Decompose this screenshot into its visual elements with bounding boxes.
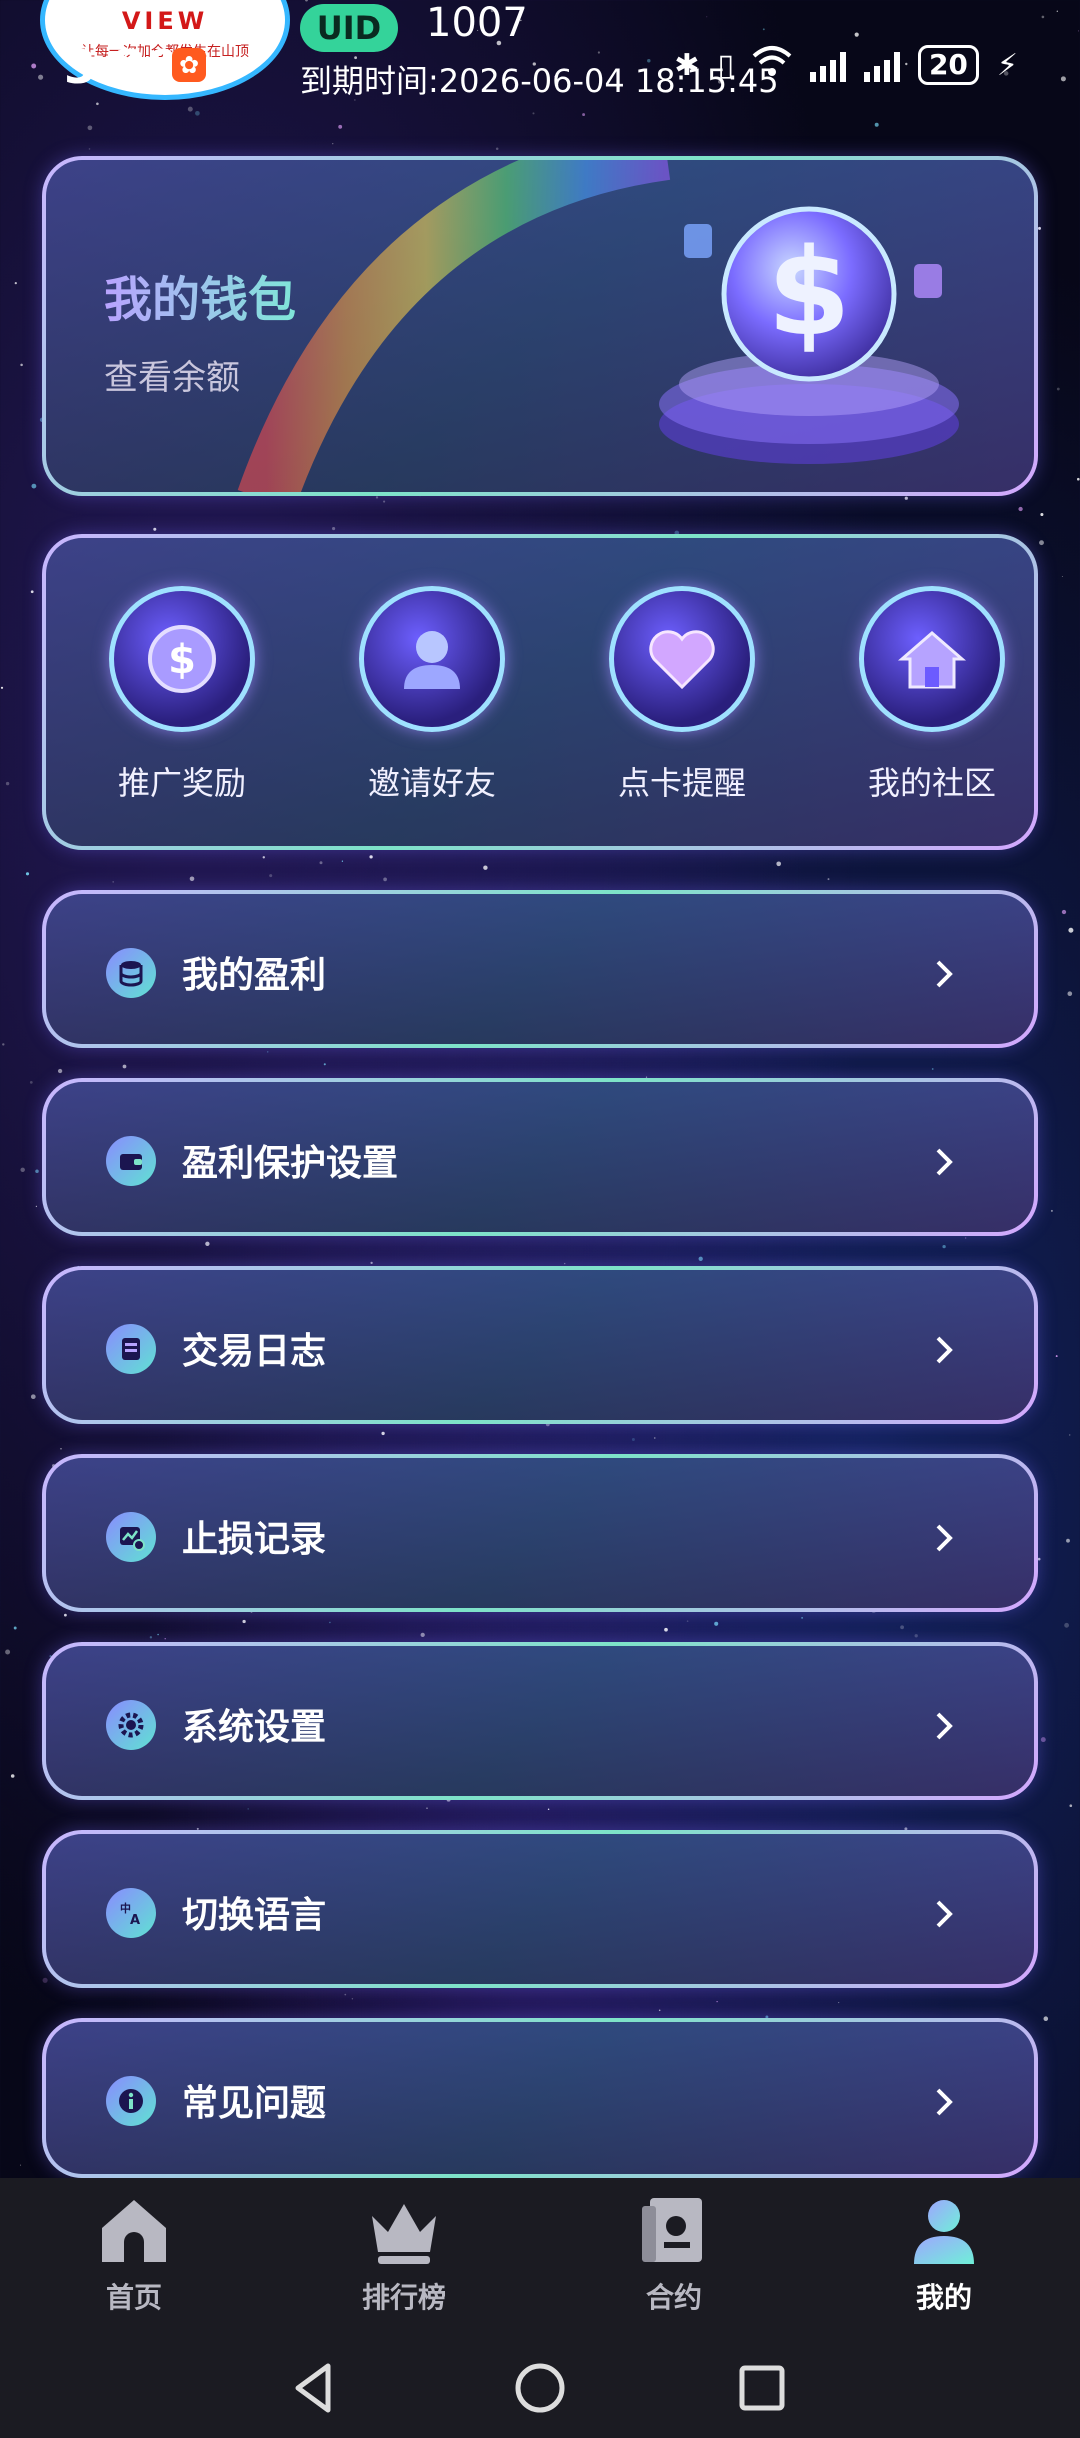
chevron-right-icon	[936, 1336, 953, 1364]
home-circle-icon[interactable]	[510, 2358, 570, 2418]
menu-label: 止损记录	[182, 1519, 327, 1560]
wallet-icon	[106, 1136, 156, 1186]
wallet-title: 我的钱包	[104, 260, 296, 330]
shortcut-label: 我的社区	[867, 764, 996, 802]
battery-indicator: 20	[917, 45, 979, 85]
chevron-right-icon	[936, 1148, 953, 1176]
nav-contract[interactable]: 合约	[574, 2192, 774, 2316]
recents-square-icon[interactable]	[732, 2358, 792, 2418]
nav-label: 首页	[105, 2281, 162, 2314]
vibrate-icon: ▯	[717, 47, 734, 83]
nav-label: 排行榜	[361, 2281, 446, 2314]
contract-icon	[642, 2198, 702, 2262]
chevron-right-icon	[936, 960, 953, 988]
menu-item-switch-language[interactable]: 中A 切换语言	[42, 1830, 1038, 1988]
nav-profile[interactable]: 我的	[844, 2192, 1044, 2316]
signal-icon-1	[809, 48, 846, 82]
dollar-coin-icon: $	[659, 206, 959, 464]
user-icon	[359, 586, 505, 732]
shortcut-label: 推广奖励	[117, 764, 246, 802]
chevron-right-icon	[936, 1712, 953, 1740]
nav-home[interactable]: 首页	[34, 2192, 234, 2316]
menu-item-faq[interactable]: 常见问题	[42, 2018, 1038, 2178]
system-navigation-bar	[0, 2338, 1080, 2438]
chevron-right-icon	[936, 1524, 953, 1552]
database-icon	[106, 948, 156, 998]
wallet-card[interactable]: 我的钱包 查看余额 $	[42, 156, 1038, 496]
heart-icon	[609, 586, 755, 732]
svg-text:$: $	[168, 637, 196, 683]
chart-record-icon	[106, 1512, 156, 1562]
charging-icon: ⚡	[996, 47, 1018, 83]
uid-label: UID	[300, 4, 398, 52]
wallet-subtitle: 查看余额	[104, 358, 240, 398]
signal-icon-2	[863, 48, 900, 82]
status-bar: VIEW 让每一次加仓都发生在山顶 3:20 ✿ UID 1007 到期时间:2…	[0, 0, 1080, 140]
menu-item-stop-loss-records[interactable]: 止损记录	[42, 1454, 1038, 1612]
gear-icon	[106, 1700, 156, 1750]
uid-value: 1007	[426, 0, 528, 46]
wifi-icon	[752, 44, 792, 86]
menu-item-profit-protection-settings[interactable]: 盈利保护设置	[42, 1078, 1038, 1236]
log-icon	[106, 1324, 156, 1374]
menu-item-trade-log[interactable]: 交易日志	[42, 1266, 1038, 1424]
nav-leaderboard[interactable]: 排行榜	[304, 2192, 504, 2316]
shortcut-invite-friends[interactable]: 邀请好友	[332, 586, 532, 804]
shortcut-promotion-reward[interactable]: $ 推广奖励	[82, 586, 282, 804]
notification-app-icon: ✿	[172, 48, 206, 82]
menu-item-my-profit[interactable]: 我的盈利	[42, 890, 1038, 1048]
bottom-navigation: 首页 排行榜 合约 我的	[0, 2178, 1080, 2338]
chevron-right-icon	[936, 2088, 953, 2116]
shortcut-label: 点卡提醒	[617, 764, 746, 802]
bluetooth-icon: ✱	[674, 47, 700, 83]
shortcut-card-reminder[interactable]: 点卡提醒	[582, 586, 782, 804]
back-icon[interactable]	[284, 2358, 344, 2418]
info-icon	[106, 2076, 156, 2126]
menu-item-system-settings[interactable]: 系统设置	[42, 1642, 1038, 1800]
translate-icon: 中A	[106, 1888, 156, 1938]
menu-label: 切换语言	[182, 1895, 327, 1936]
menu-label: 交易日志	[182, 1331, 327, 1372]
status-icons: ✱ ▯ 20 ⚡	[674, 44, 1018, 86]
view-badge-text: VIEW	[121, 7, 209, 35]
shortcut-label: 邀请好友	[367, 764, 496, 802]
home-icon	[102, 2200, 166, 2262]
chevron-right-icon	[936, 1900, 953, 1928]
menu-label: 我的盈利	[182, 955, 327, 996]
shortcut-my-community[interactable]: 我的社区	[832, 586, 1032, 804]
svg-text:$: $	[767, 224, 851, 363]
menu-label: 盈利保护设置	[182, 1143, 399, 1184]
coin-icon: $	[109, 586, 255, 732]
menu-label: 常见问题	[182, 2083, 327, 2124]
profile-icon	[914, 2200, 974, 2264]
svg-text:A: A	[130, 1913, 140, 1928]
shortcuts-card: $ 推广奖励 邀请好友 点卡提醒 我的社区	[42, 534, 1038, 850]
menu-label: 系统设置	[182, 1707, 327, 1748]
crown-icon	[372, 2204, 436, 2264]
nav-label: 我的	[915, 2281, 972, 2314]
clock: 3:20	[64, 40, 179, 94]
nav-label: 合约	[645, 2281, 702, 2314]
home-icon	[859, 586, 1005, 732]
